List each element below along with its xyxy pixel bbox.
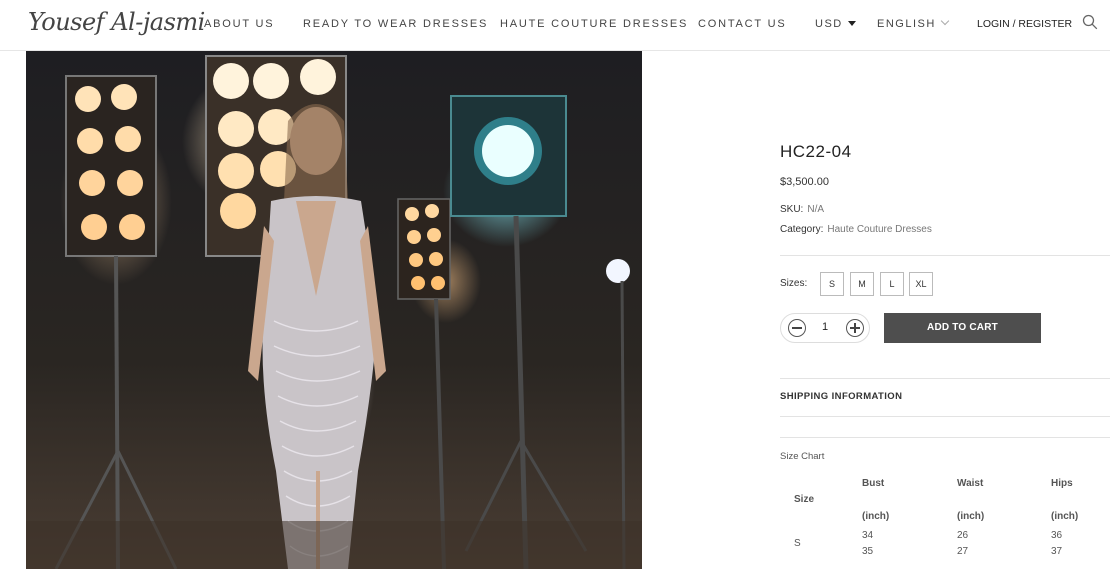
bust-value: 35 [862, 546, 874, 557]
plus-icon[interactable] [846, 319, 864, 337]
hips-value: 36 [1051, 530, 1063, 541]
waist-value: 27 [957, 546, 969, 557]
product-image[interactable] [26, 51, 642, 569]
site-logo[interactable]: Yousef Al-jasmi [28, 8, 205, 36]
size-column-header: Size [794, 494, 815, 505]
product-title: HC22-04 [780, 142, 852, 161]
hips-header: Hips [1051, 478, 1073, 489]
divider [780, 437, 1110, 438]
size-row-label: S [794, 538, 801, 549]
divider [780, 255, 1110, 256]
photo-scene [26, 55, 642, 569]
category-label: Category: [780, 224, 824, 235]
waist-header: Waist [957, 478, 984, 489]
language-selector[interactable]: ENGLISH [877, 16, 950, 30]
size-option-l[interactable]: L [880, 272, 904, 296]
nav-about-us[interactable]: ABOUT US [204, 18, 274, 30]
hips-value: 37 [1051, 546, 1063, 557]
nav-haute-couture[interactable]: HAUTE COUTURE DRESSES [500, 18, 688, 30]
waist-unit: (inch) [957, 511, 985, 522]
product-category: Category: Haute Couture Dresses [780, 224, 932, 235]
search-icon[interactable] [1082, 14, 1098, 30]
login-register-link[interactable]: LOGIN / REGISTER [977, 18, 1072, 30]
product-price: $3,500.00 [780, 176, 829, 188]
bust-header: Bust [862, 478, 885, 489]
nav-contact-us[interactable]: CONTACT US [698, 18, 787, 30]
chevron-down-icon [940, 16, 950, 26]
bust-unit: (inch) [862, 511, 890, 522]
divider [780, 416, 1110, 417]
currency-label: USD [815, 18, 843, 30]
size-chart-title: Size Chart [780, 451, 825, 462]
quantity-stepper: 1 [780, 313, 870, 343]
site-header: Yousef Al-jasmi ABOUT US READY TO WEAR D… [0, 0, 1110, 51]
currency-selector[interactable]: USD [815, 18, 856, 30]
sku-value: N/A [807, 204, 825, 215]
size-option-s[interactable]: S [820, 272, 844, 296]
divider [780, 378, 1110, 379]
nav-ready-to-wear[interactable]: READY TO WEAR DRESSES [303, 18, 488, 30]
size-option-xl[interactable]: XL [909, 272, 933, 296]
product-sku: SKU: N/A [780, 204, 824, 215]
sizes-label: Sizes: [780, 278, 808, 289]
size-option-m[interactable]: M [850, 272, 874, 296]
caret-down-icon [847, 21, 856, 26]
waist-value: 26 [957, 530, 969, 541]
hips-unit: (inch) [1051, 511, 1079, 522]
category-link[interactable]: Haute Couture Dresses [827, 224, 932, 235]
bust-value: 34 [862, 530, 874, 541]
sku-label: SKU: [780, 204, 804, 215]
language-label: ENGLISH [877, 18, 936, 30]
add-to-cart-button[interactable]: ADD TO CART [884, 313, 1041, 343]
shipping-information-toggle[interactable]: SHIPPING INFORMATION [780, 391, 902, 402]
